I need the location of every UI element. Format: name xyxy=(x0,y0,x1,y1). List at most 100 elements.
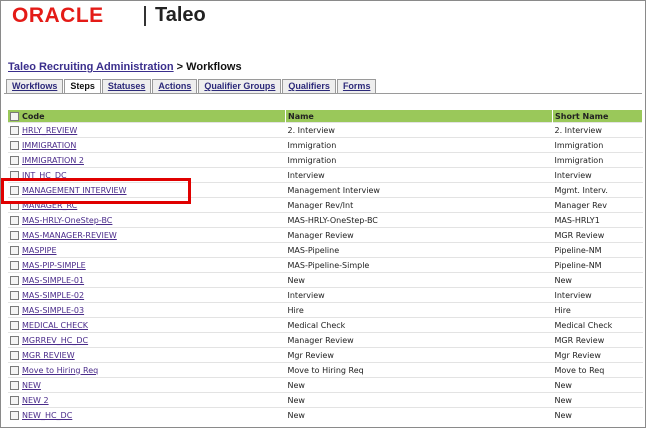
row-checkbox[interactable] xyxy=(10,290,19,300)
column-header-code[interactable]: Code xyxy=(8,110,286,123)
cell-short-name: 2. Interview xyxy=(552,122,643,138)
step-code-link[interactable]: MAS-SIMPLE-03 xyxy=(22,306,84,315)
table-row: NEW New New xyxy=(8,377,643,393)
step-code-link[interactable]: MAS-SIMPLE-02 xyxy=(22,291,84,300)
tab-underline xyxy=(4,93,642,94)
step-code-link[interactable]: MGRREV_HC_DC xyxy=(22,336,88,345)
table-row: MAS-PIP-SIMPLE MAS-Pipeline-Simple Pipelin… xyxy=(8,257,643,273)
cell-name: New xyxy=(285,272,553,288)
cell-short-name: Medical Check xyxy=(552,317,643,333)
cell-name: Manager Review xyxy=(285,332,553,348)
tab-workflows[interactable]: Workflows xyxy=(6,79,64,93)
select-all-checkbox[interactable] xyxy=(10,111,19,121)
cell-short-name: Mgr Review xyxy=(552,347,643,363)
breadcrumb-current: Workflows xyxy=(186,61,242,73)
taleo-logo: Taleo xyxy=(155,4,206,26)
tab-forms[interactable]: Forms xyxy=(336,79,377,93)
step-code-link[interactable]: IMMIGRATION xyxy=(22,141,76,150)
cell-name: 2. Interview xyxy=(285,122,553,138)
table-row: MGR REVIEW Mgr Review Mgr Review xyxy=(8,347,643,363)
cell-name: MAS-Pipeline xyxy=(285,242,553,258)
table-row: MGRREV_HC_DC Manager Review MGR Review xyxy=(8,332,643,348)
table-row: IMMIGRATION Immigration Immigration xyxy=(8,137,643,153)
row-checkbox[interactable] xyxy=(10,380,19,390)
cell-code: IMMIGRATION 2 xyxy=(8,152,286,168)
step-code-link[interactable]: MAS-MANAGER-REVIEW xyxy=(22,231,117,240)
row-checkbox[interactable] xyxy=(10,140,19,150)
tab-steps[interactable]: Steps xyxy=(64,79,101,93)
cell-code: Move to Hiring Req xyxy=(8,362,286,378)
step-code-link[interactable]: MAS-PIP-SIMPLE xyxy=(22,261,86,270)
step-code-link[interactable]: MGR REVIEW xyxy=(22,351,75,360)
step-code-link[interactable]: MAS-SIMPLE-01 xyxy=(22,276,84,285)
row-checkbox[interactable] xyxy=(10,230,19,240)
cell-name: Manager Rev/Int xyxy=(285,197,553,213)
tab-actions[interactable]: Actions xyxy=(152,79,198,93)
breadcrumb-separator: > xyxy=(173,61,187,73)
tab-qualifiers[interactable]: Qualifiers xyxy=(282,79,336,93)
step-code-link[interactable]: IMMIGRATION 2 xyxy=(22,156,84,165)
column-header-short-name[interactable]: Short Name xyxy=(552,110,643,123)
cell-short-name: Hire xyxy=(552,302,643,318)
cell-code: MAS-SIMPLE-01 xyxy=(8,272,286,288)
tab-bar: Workflows Steps Statuses Actions Qualifi… xyxy=(6,79,377,93)
row-checkbox[interactable] xyxy=(10,395,19,405)
cell-code: MAS-SIMPLE-02 xyxy=(8,287,286,303)
step-code-link[interactable]: NEW_HC_DC xyxy=(22,411,72,420)
cell-short-name: New xyxy=(552,272,643,288)
cell-name: New xyxy=(285,377,553,393)
cell-code: MEDICAL CHECK xyxy=(8,317,286,333)
highlight-box xyxy=(1,178,191,204)
tab-qualifier-groups[interactable]: Qualifier Groups xyxy=(198,79,282,93)
cell-short-name: Manager Rev xyxy=(552,197,643,213)
row-checkbox[interactable] xyxy=(10,275,19,285)
cell-short-name: MGR Review xyxy=(552,332,643,348)
step-code-link[interactable]: MAS-HRLY-OneStep-BC xyxy=(22,216,112,225)
row-checkbox[interactable] xyxy=(10,305,19,315)
cell-short-name: Immigration xyxy=(552,137,643,153)
cell-code: NEW xyxy=(8,377,286,393)
cell-short-name: MGR Review xyxy=(552,227,643,243)
table-header-row: Code Name Short Name xyxy=(8,110,643,123)
step-code-link[interactable]: NEW 2 xyxy=(22,396,49,405)
table-row: MASPIPE MAS-Pipeline Pipeline-NM xyxy=(8,242,643,258)
step-code-link[interactable]: NEW xyxy=(22,381,41,390)
cell-name: Interview xyxy=(285,167,553,183)
step-code-link[interactable]: Move to Hiring Req xyxy=(22,366,98,375)
cell-name: New xyxy=(285,407,553,422)
step-code-link[interactable]: MASPIPE xyxy=(22,246,57,255)
row-checkbox[interactable] xyxy=(10,215,19,225)
row-checkbox[interactable] xyxy=(10,260,19,270)
tab-statuses[interactable]: Statuses xyxy=(101,79,152,93)
row-checkbox[interactable] xyxy=(10,125,19,135)
table-row: MAS-SIMPLE-02 Interview Interview xyxy=(8,287,643,303)
table-body: HRLY_REVIEW 2. Interview 2. Interview IMMIG… xyxy=(8,122,643,422)
breadcrumb-link-admin[interactable]: Taleo Recruiting Administration xyxy=(8,61,174,73)
step-code-link[interactable]: MEDICAL CHECK xyxy=(22,321,88,330)
step-code-link[interactable]: HRLY_REVIEW xyxy=(22,126,77,135)
row-checkbox[interactable] xyxy=(10,365,19,375)
cell-code: MAS-MANAGER-REVIEW xyxy=(8,227,286,243)
cell-name: Manager Review xyxy=(285,227,553,243)
cell-name: MAS-HRLY-OneStep-BC xyxy=(285,212,553,228)
cell-short-name: Interview xyxy=(552,167,643,183)
breadcrumb: Taleo Recruiting Administration > Workfl… xyxy=(8,61,242,73)
cell-code: MAS-HRLY-OneStep-BC xyxy=(8,212,286,228)
row-checkbox[interactable] xyxy=(10,320,19,330)
column-header-name[interactable]: Name xyxy=(285,110,553,123)
table-row: NEW_HC_DC New New xyxy=(8,407,643,422)
table-row: NEW 2 New New xyxy=(8,392,643,408)
cell-short-name: Move to Req xyxy=(552,362,643,378)
row-checkbox[interactable] xyxy=(10,245,19,255)
row-checkbox[interactable] xyxy=(10,155,19,165)
cell-name: Immigration xyxy=(285,137,553,153)
row-checkbox[interactable] xyxy=(10,335,19,345)
table-row: MAS-HRLY-OneStep-BC MAS-HRLY-OneStep-BC MA… xyxy=(8,212,643,228)
row-checkbox[interactable] xyxy=(10,350,19,360)
cell-code: IMMIGRATION xyxy=(8,137,286,153)
table-row: MAS-SIMPLE-03 Hire Hire xyxy=(8,302,643,318)
cell-name: Move to Hiring Req xyxy=(285,362,553,378)
row-checkbox[interactable] xyxy=(10,410,19,420)
cell-short-name: Pipeline-NM xyxy=(552,257,643,273)
table-row: IMMIGRATION 2 Immigration Immigration xyxy=(8,152,643,168)
